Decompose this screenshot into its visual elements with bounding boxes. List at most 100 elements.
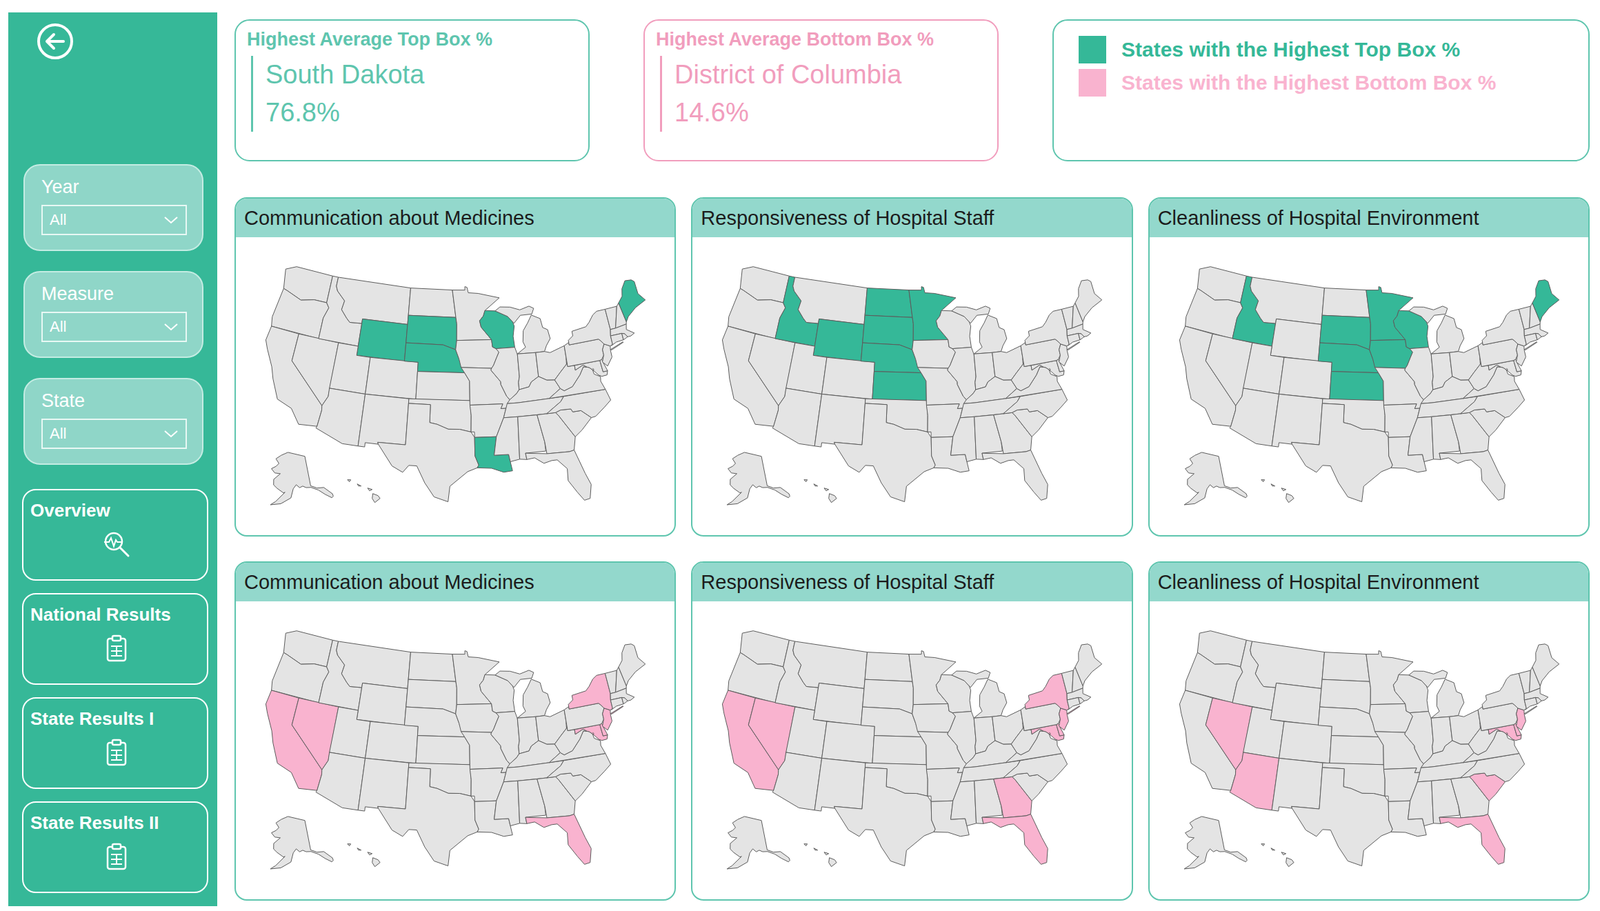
- state-shape[interactable]: [1229, 752, 1280, 811]
- state-shape[interactable]: [415, 735, 470, 765]
- state-shape[interactable]: [1322, 288, 1370, 318]
- state-shape[interactable]: [1067, 333, 1081, 346]
- state-shape[interactable]: [1535, 333, 1541, 340]
- state-shape[interactable]: [1524, 697, 1538, 710]
- state-shape[interactable]: [947, 347, 976, 400]
- state-shape[interactable]: [773, 388, 823, 447]
- state-shape[interactable]: [947, 711, 976, 765]
- state-shape[interactable]: [834, 403, 936, 503]
- filter-dropdown[interactable]: All: [41, 204, 187, 236]
- state-shape[interactable]: [1067, 697, 1081, 710]
- state-shape[interactable]: [315, 388, 366, 447]
- state-shape[interactable]: [618, 644, 646, 687]
- state-shape[interactable]: [491, 347, 520, 400]
- state-shape[interactable]: [408, 652, 456, 683]
- state-shape[interactable]: [495, 670, 551, 718]
- state-shape[interactable]: [365, 721, 419, 764]
- state-shape[interactable]: [1439, 814, 1505, 865]
- state-shape[interactable]: [404, 706, 465, 737]
- state-shape[interactable]: [1329, 371, 1384, 401]
- state-shape[interactable]: [404, 342, 465, 373]
- state-shape[interactable]: [1518, 670, 1531, 694]
- state-shape[interactable]: [602, 708, 613, 731]
- state-shape[interactable]: [1408, 306, 1465, 354]
- state-shape[interactable]: [377, 403, 479, 503]
- state-shape[interactable]: [951, 306, 1007, 354]
- state-shape[interactable]: [329, 706, 371, 758]
- state-shape[interactable]: [415, 371, 470, 401]
- nav-button[interactable]: Overview: [22, 488, 209, 581]
- state-shape[interactable]: [804, 480, 837, 503]
- state-shape[interactable]: [605, 306, 618, 330]
- us-map[interactable]: [715, 262, 1109, 511]
- state-shape[interactable]: [1242, 342, 1284, 394]
- state-shape[interactable]: [727, 452, 791, 505]
- state-shape[interactable]: [861, 706, 922, 737]
- state-shape[interactable]: [834, 767, 936, 867]
- state-shape[interactable]: [1261, 844, 1294, 867]
- state-shape[interactable]: [592, 732, 595, 735]
- state-shape[interactable]: [822, 721, 876, 764]
- state-shape[interactable]: [1048, 368, 1052, 371]
- state-shape[interactable]: [1532, 280, 1560, 323]
- state-shape[interactable]: [494, 416, 520, 462]
- state-shape[interactable]: [793, 641, 868, 689]
- state-shape[interactable]: [1062, 306, 1074, 330]
- state-shape[interactable]: [1408, 670, 1465, 718]
- state-shape[interactable]: [347, 844, 380, 867]
- state-shape[interactable]: [347, 480, 380, 503]
- state-shape[interactable]: [1075, 644, 1103, 687]
- state-shape[interactable]: [605, 670, 618, 694]
- state-shape[interactable]: [1505, 732, 1508, 735]
- state-shape[interactable]: [491, 711, 520, 765]
- state-shape[interactable]: [1407, 780, 1434, 826]
- state-shape[interactable]: [1439, 450, 1505, 501]
- state-shape[interactable]: [1184, 452, 1247, 505]
- state-shape[interactable]: [1242, 706, 1284, 758]
- state-shape[interactable]: [1317, 706, 1378, 737]
- state-shape[interactable]: [336, 641, 412, 689]
- state-shape[interactable]: [982, 814, 1048, 865]
- us-map[interactable]: [258, 262, 652, 511]
- state-shape[interactable]: [1278, 357, 1332, 400]
- state-shape[interactable]: [1059, 708, 1069, 731]
- state-shape[interactable]: [1250, 277, 1325, 325]
- state-shape[interactable]: [408, 288, 456, 318]
- state-shape[interactable]: [813, 318, 865, 361]
- state-shape[interactable]: [813, 682, 865, 725]
- us-map[interactable]: [1172, 262, 1566, 511]
- state-shape[interactable]: [495, 306, 551, 354]
- state-shape[interactable]: [861, 342, 922, 373]
- us-map[interactable]: [715, 626, 1109, 875]
- state-shape[interactable]: [622, 697, 628, 704]
- nav-button[interactable]: State Results I: [22, 697, 209, 789]
- state-shape[interactable]: [951, 670, 1007, 718]
- state-shape[interactable]: [592, 368, 595, 371]
- state-shape[interactable]: [1278, 721, 1332, 764]
- state-shape[interactable]: [1518, 306, 1531, 330]
- state-shape[interactable]: [270, 816, 334, 869]
- state-shape[interactable]: [1329, 735, 1384, 765]
- state-shape[interactable]: [315, 752, 366, 811]
- state-shape[interactable]: [1407, 416, 1434, 462]
- filter-dropdown[interactable]: All: [41, 418, 187, 449]
- state-shape[interactable]: [357, 757, 409, 812]
- state-shape[interactable]: [356, 318, 408, 361]
- state-shape[interactable]: [1322, 652, 1370, 683]
- state-shape[interactable]: [1291, 767, 1393, 867]
- state-shape[interactable]: [494, 780, 520, 826]
- state-shape[interactable]: [822, 357, 876, 400]
- state-shape[interactable]: [951, 780, 977, 826]
- state-shape[interactable]: [1271, 757, 1323, 812]
- state-shape[interactable]: [1078, 697, 1085, 704]
- state-shape[interactable]: [1535, 697, 1541, 704]
- state-shape[interactable]: [982, 450, 1048, 501]
- state-shape[interactable]: [1229, 388, 1280, 447]
- state-shape[interactable]: [804, 844, 837, 867]
- state-shape[interactable]: [1524, 333, 1538, 346]
- state-shape[interactable]: [602, 344, 613, 367]
- state-shape[interactable]: [815, 393, 867, 447]
- us-map[interactable]: [1172, 626, 1566, 875]
- state-shape[interactable]: [336, 277, 412, 325]
- filter-dropdown[interactable]: All: [41, 311, 187, 343]
